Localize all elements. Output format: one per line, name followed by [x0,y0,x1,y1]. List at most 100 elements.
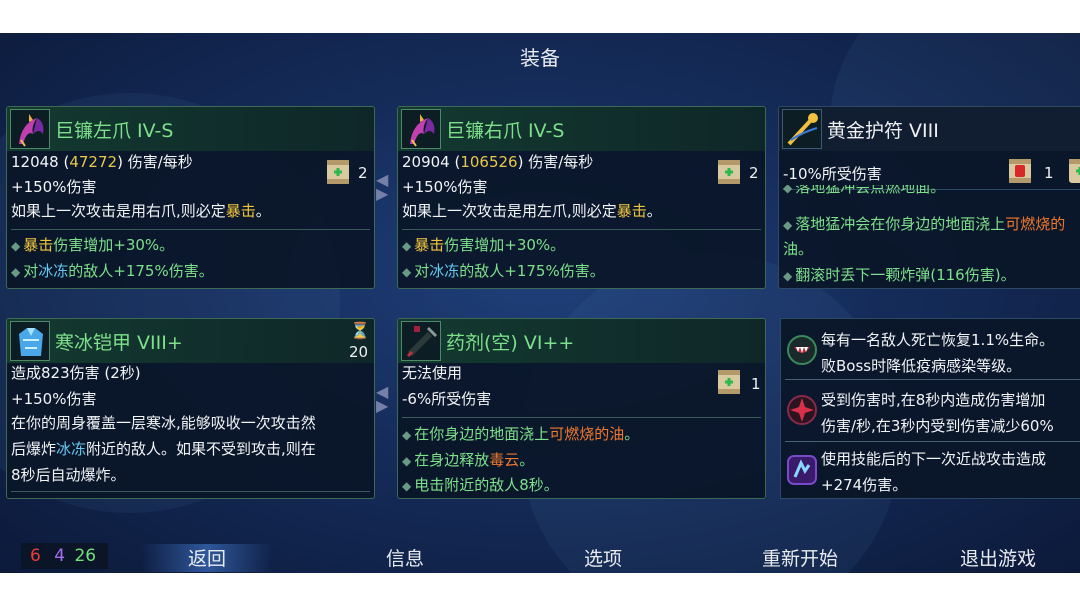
mod-text: 在你身边的地面浇上 [414,425,550,443]
mod-text: 的敌人+175%伤害。 [68,262,214,280]
back-button[interactable]: 返回 [142,544,272,572]
mod-text: 伤害增加+30%。 [53,236,175,254]
potion-name: 药剂(空) VI++ [446,332,575,354]
mutation-item[interactable]: 每有一名敌人死亡恢复1.1%生命。 败Boss时降低疫病感染等级。 [781,321,1080,379]
scythe-claw-icon [401,109,441,149]
amulet-modifier-continued: 油。 [783,240,814,258]
mod-keyword: 毒云 [489,451,520,469]
mutation-item[interactable]: 使用技能后的下一次近战攻击造成 +274伤害。 [781,445,1080,499]
weapon-modifier: ◆ 暴击伤害增加+30%。 [11,234,174,255]
survival-stat: 26 [74,546,97,566]
weapon-modifier: ◆ 对冰冻的敌人+175%伤害。 [402,260,605,281]
weapon-description: 如果上一次攻击是用右爪,则必定暴击。 [11,198,364,224]
mod-keyword: 暴击 [414,236,445,254]
mutation-combo-icon [785,453,819,487]
bullet-icon: ◆ [11,265,21,279]
mutations-panel: 每有一名敌人死亡恢复1.1%生命。 败Boss时降低疫病感染等级。 受到伤害时,… [780,318,1080,499]
potion-stat: -6%所受伤害 [402,390,492,408]
amulet-card[interactable]: 黄金护符 VIII -10%所受伤害 1 ◆ 落地猛冲会点燃地面。 ◆ 落地猛冲会在… [778,106,1080,289]
divider [11,229,370,230]
mod-text: 的敌人+175%伤害。 [459,262,605,280]
armor-bonus: +150%伤害 [11,390,97,408]
dps-alt-value: 106526 [460,153,518,171]
weapon-bonus: +150%伤害 [402,178,488,196]
weapon-dps: 20904 (106526) 伤害/每秒 [402,153,594,171]
mutation-item[interactable]: 受到伤害时,在8秒内造成伤害增加 伤害/秒,在3秒内受到伤害减少60% [781,383,1080,441]
potion-modifier: ◆ 在身边释放毒云。 [402,449,534,470]
potion-modifier: ◆ 在你身边的地面浇上可燃烧的油。 [402,423,639,444]
potion-card[interactable]: 药剂(空) VI++ 无法使用 -6%所受伤害 1 ◆ 在你身边的地面浇上可燃烧的… [397,318,766,499]
armor-description: 在你的周身覆盖一层寒冰,能够吸收一次攻击然 后爆炸冰冻附近的敌人。如果不受到攻击… [11,410,364,488]
mod-keyword: 暴击 [23,236,54,254]
weapon-card-right-claw[interactable]: 巨镰右爪 IV-S 20904 (106526) 伤害/每秒 +150%伤害 2… [397,106,766,289]
weapon-description: 如果上一次攻击是用左爪,则必定暴击。 [402,198,755,224]
scroll-stats: 6 4 26 [21,543,108,569]
cooldown-value: 20 [349,343,369,361]
potion-modifier: ◆ 电击附近的敌人8秒。 [402,474,559,495]
weapon-name: 巨镰左爪 IV-S [55,120,174,142]
ice-armor-icon [10,321,50,361]
divider [785,379,1080,380]
bullet-icon: ◆ [402,265,412,279]
scroll-count: 2 [749,164,759,182]
bullet-icon: ◆ [783,218,793,232]
tactics-stat: 4 [54,546,66,566]
mutation-text: +274伤害。 [821,476,908,494]
divider [402,229,761,230]
swap-arrows-icon: ◀ ▶ [376,382,389,415]
scroll-count: 2 [358,164,368,182]
cooldown-hourglass-icon: ⏳ [350,321,370,340]
mod-keyword: 可燃烧的油 [549,425,625,443]
bullet-icon: ◆ [783,269,793,283]
fist-count: 1 [1044,164,1054,182]
dps-unit: 伤害/每秒 [127,153,193,171]
bullet-icon: ◆ [783,185,793,195]
weapon-card-left-claw[interactable]: 巨镰左爪 IV-S 12048 (47272) 伤害/每秒 +150%伤害 2 … [6,106,375,289]
mod-keyword: 冰冻 [429,262,460,280]
mutation-text: 受到伤害时,在8秒内造成伤害增加 [821,391,1046,409]
bullet-icon: ◆ [402,428,412,442]
mod-text: 。 [624,425,640,443]
power-scroll-icon [323,156,353,188]
bottom-menu: 6 4 26 返回 信息 选项 重新开始 退出游戏 [0,540,1080,573]
red-fist-scroll-icon [1005,155,1035,187]
weapon-bonus: +150%伤害 [11,178,97,196]
desc-text: 如果上一次攻击是用左爪,则必定 [402,202,617,220]
mutation-text: 败Boss时降低疫病感染等级。 [821,357,1022,375]
divider [11,491,370,492]
mutation-counterattack-icon [785,393,819,427]
mod-text: 落地猛冲会在你身边的地面浇上 [795,215,1006,233]
bullet-icon: ◆ [402,454,412,468]
desc-text: 后爆炸冰冻附近的敌人。如果不受到攻击,则在 [11,436,364,462]
bullet-icon: ◆ [11,239,21,253]
potion-status: 无法使用 [402,364,463,382]
info-button[interactable]: 信息 [345,544,465,571]
mod-text: 对 [414,262,430,280]
divider [785,441,1080,442]
power-scroll-icon [714,366,744,398]
dps-value: 12048 [11,153,59,171]
mod-text: 电击附近的敌人8秒。 [414,476,559,494]
bullet-icon: ◆ [402,239,412,253]
mod-text: 。 [519,451,535,469]
dps-alt-value: 47272 [69,153,118,171]
amulet-name: 黄金护符 VIII [827,120,939,142]
dps-unit: 伤害/每秒 [528,153,594,171]
bullet-icon: ◆ [402,479,412,493]
mutation-text: 使用技能后的下一次近战攻击造成 [821,450,1047,468]
desc-text: 。 [646,202,662,220]
mod-keyword: 可燃烧的 [1005,215,1066,233]
restart-button[interactable]: 重新开始 [740,544,860,571]
page-title: 装备 [520,46,560,70]
mod-text: 伤害增加+30%。 [444,236,566,254]
armor-effect: 造成823伤害 (2秒) [11,364,141,382]
quit-game-button[interactable]: 退出游戏 [938,544,1058,571]
weapon-modifier: ◆ 暴击伤害增加+30%。 [402,234,565,255]
armor-card[interactable]: 寒冰铠甲 VIII+ ⏳ 20 造成823伤害 (2秒) +150%伤害 在你的… [6,318,375,499]
power-scroll-icon [1065,155,1080,187]
mod-text: 落地猛冲会点燃地面。 [795,185,946,196]
scythe-claw-icon [10,109,50,149]
weapon-modifier: ◆ 对冰冻的敌人+175%伤害。 [11,260,214,281]
options-button[interactable]: 选项 [543,544,663,571]
desc-text: 在你的周身覆盖一层寒冰,能够吸收一次攻击然 [11,414,316,432]
